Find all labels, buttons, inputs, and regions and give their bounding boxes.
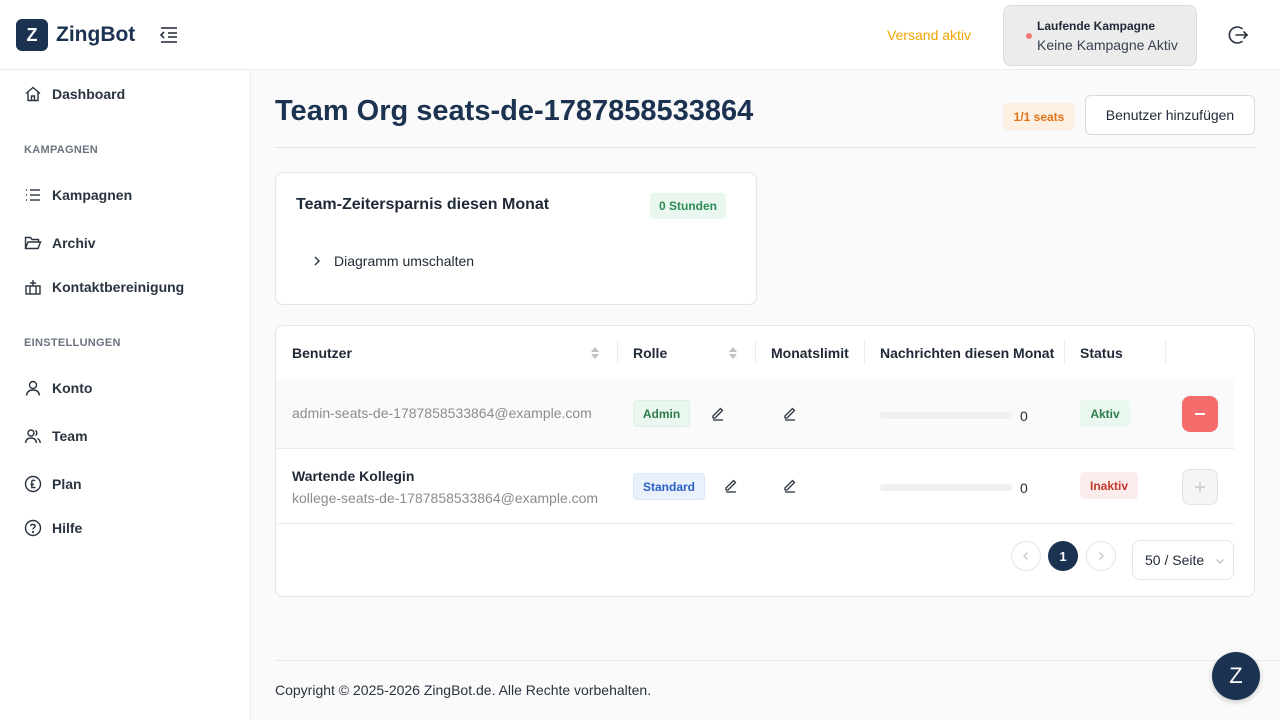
sidebar-item-label: Team <box>52 428 88 444</box>
logout-icon[interactable] <box>1226 23 1250 47</box>
team-users-table: Benutzer Rolle Monatslimit Nachrichten d… <box>275 325 1255 597</box>
team-savings-card: Team-Zeitersparnis diesen Monat 0 Stunde… <box>275 172 757 305</box>
messages-progress-bar <box>880 484 1012 491</box>
chevron-down-icon <box>1216 559 1224 564</box>
savings-hours-badge: 0 Stunden <box>650 193 726 219</box>
collapse-sidebar-icon[interactable] <box>158 24 180 46</box>
column-header-role[interactable]: Rolle <box>633 345 667 361</box>
pound-coin-icon <box>24 475 42 493</box>
campaign-title: Laufende Kampagne <box>1037 19 1156 33</box>
sidebar-item-dashboard[interactable]: Dashboard <box>24 82 125 106</box>
edit-role-icon[interactable] <box>723 477 739 493</box>
help-icon <box>24 519 42 537</box>
column-separator <box>755 340 756 364</box>
toggle-chart-label: Diagramm umschalten <box>334 253 475 269</box>
folder-open-icon <box>24 236 42 250</box>
column-separator <box>1064 340 1065 364</box>
shipping-status: Versand aktiv <box>887 27 972 43</box>
savings-title: Team-Zeitersparnis diesen Monat <box>296 196 550 213</box>
edit-role-icon[interactable] <box>710 405 726 421</box>
previous-page-button[interactable] <box>1011 541 1041 571</box>
plus-icon <box>1195 482 1205 492</box>
sidebar-item-label: Dashboard <box>52 86 126 102</box>
activate-user-button[interactable] <box>1182 469 1218 505</box>
sidebar-item-label: Kampagnen <box>52 187 133 203</box>
sidebar-item-account[interactable]: Konto <box>24 376 92 400</box>
campaign-status: Keine Kampagne Aktiv <box>1037 37 1178 53</box>
sidebar-item-help[interactable]: Hilfe <box>24 516 82 540</box>
messages-count: 0 <box>1020 480 1028 496</box>
page-size-value: 50 / Seite <box>1145 552 1205 568</box>
next-page-button[interactable] <box>1086 541 1116 571</box>
top-header: Z ZingBot Versand aktiv Laufende Kampagn… <box>0 0 1280 70</box>
table-row: admin-seats-de-1787858533864@example.com… <box>276 380 1234 449</box>
sidebar-item-label: Hilfe <box>52 520 83 536</box>
chevron-right-icon <box>314 256 320 266</box>
sidebar-item-label: Plan <box>52 476 82 492</box>
edit-limit-icon[interactable] <box>782 477 798 493</box>
chat-widget-button[interactable]: Z <box>1212 652 1260 700</box>
column-separator <box>1165 340 1166 364</box>
home-icon <box>25 86 41 102</box>
user-email: kollege-seats-de-1787858533864@example.c… <box>292 490 599 506</box>
table-row: Wartende Kollegin kollege-seats-de-17878… <box>276 450 1234 524</box>
add-user-button[interactable]: Benutzer hinzufügen <box>1085 95 1255 135</box>
list-icon <box>26 189 40 201</box>
status-badge: Inaktiv <box>1080 472 1138 499</box>
remove-user-button[interactable] <box>1182 396 1218 432</box>
sidebar-item-archive[interactable]: Archiv <box>24 231 96 255</box>
user-email: admin-seats-de-1787858533864@example.com <box>292 405 592 421</box>
chevron-right-icon <box>1099 552 1104 560</box>
messages-count: 0 <box>1020 408 1028 424</box>
sort-icon[interactable] <box>728 345 738 361</box>
section-campaigns: KAMPAGNEN <box>24 144 98 156</box>
toggle-chart-button[interactable]: Diagramm umschalten <box>312 253 474 269</box>
column-header-monthly-limit: Monatslimit <box>771 345 849 361</box>
title-divider <box>275 147 1255 148</box>
page-title: Team Org seats-de-1787858533864 <box>275 95 754 127</box>
user-icon <box>25 380 41 396</box>
app-logo-icon: Z <box>16 19 48 51</box>
user-name: Wartende Kollegin <box>292 468 415 484</box>
minus-icon <box>1195 413 1205 415</box>
chevron-left-icon <box>1023 552 1028 560</box>
column-header-user[interactable]: Benutzer <box>292 345 352 361</box>
sidebar-item-plan[interactable]: Plan <box>24 472 82 496</box>
sort-icon[interactable] <box>590 345 600 361</box>
running-campaign-panel[interactable]: Laufende Kampagne Keine Kampagne Aktiv <box>1003 5 1197 66</box>
seats-badge: 1/1 seats <box>1003 103 1075 130</box>
campaign-status-dot-icon <box>1026 33 1032 39</box>
role-badge: Admin <box>633 400 690 427</box>
footer-divider <box>275 660 1280 661</box>
column-separator <box>864 340 865 364</box>
cleanup-icon <box>25 280 41 295</box>
column-header-status: Status <box>1080 345 1123 361</box>
status-badge: Aktiv <box>1080 400 1130 427</box>
sidebar-item-label: Archiv <box>52 235 96 251</box>
team-icon <box>24 429 41 444</box>
column-separator <box>617 340 618 364</box>
sidebar-item-label: Kontaktbereinigung <box>52 279 185 295</box>
edit-limit-icon[interactable] <box>782 405 798 421</box>
column-header-messages: Nachrichten diesen Monat <box>880 345 1055 361</box>
role-badge: Standard <box>633 473 705 500</box>
sidebar-item-campaigns[interactable]: Kampagnen <box>24 183 132 207</box>
pagination-current-page[interactable]: 1 <box>1048 541 1078 571</box>
messages-progress-bar <box>880 412 1012 419</box>
section-settings: EINSTELLUNGEN <box>24 337 121 349</box>
sidebar-item-team[interactable]: Team <box>24 424 88 448</box>
page-size-select[interactable]: 50 / Seite <box>1132 540 1234 580</box>
footer-copyright: Copyright © 2025-2026 ZingBot.de. Alle R… <box>275 682 652 698</box>
sidebar-item-label: Konto <box>52 380 93 396</box>
app-name: ZingBot <box>56 23 136 46</box>
sidebar: Dashboard KAMPAGNEN Kampagnen Archiv Kon… <box>0 70 251 720</box>
sidebar-item-contact-cleanup[interactable]: Kontaktbereinigung <box>24 275 184 299</box>
